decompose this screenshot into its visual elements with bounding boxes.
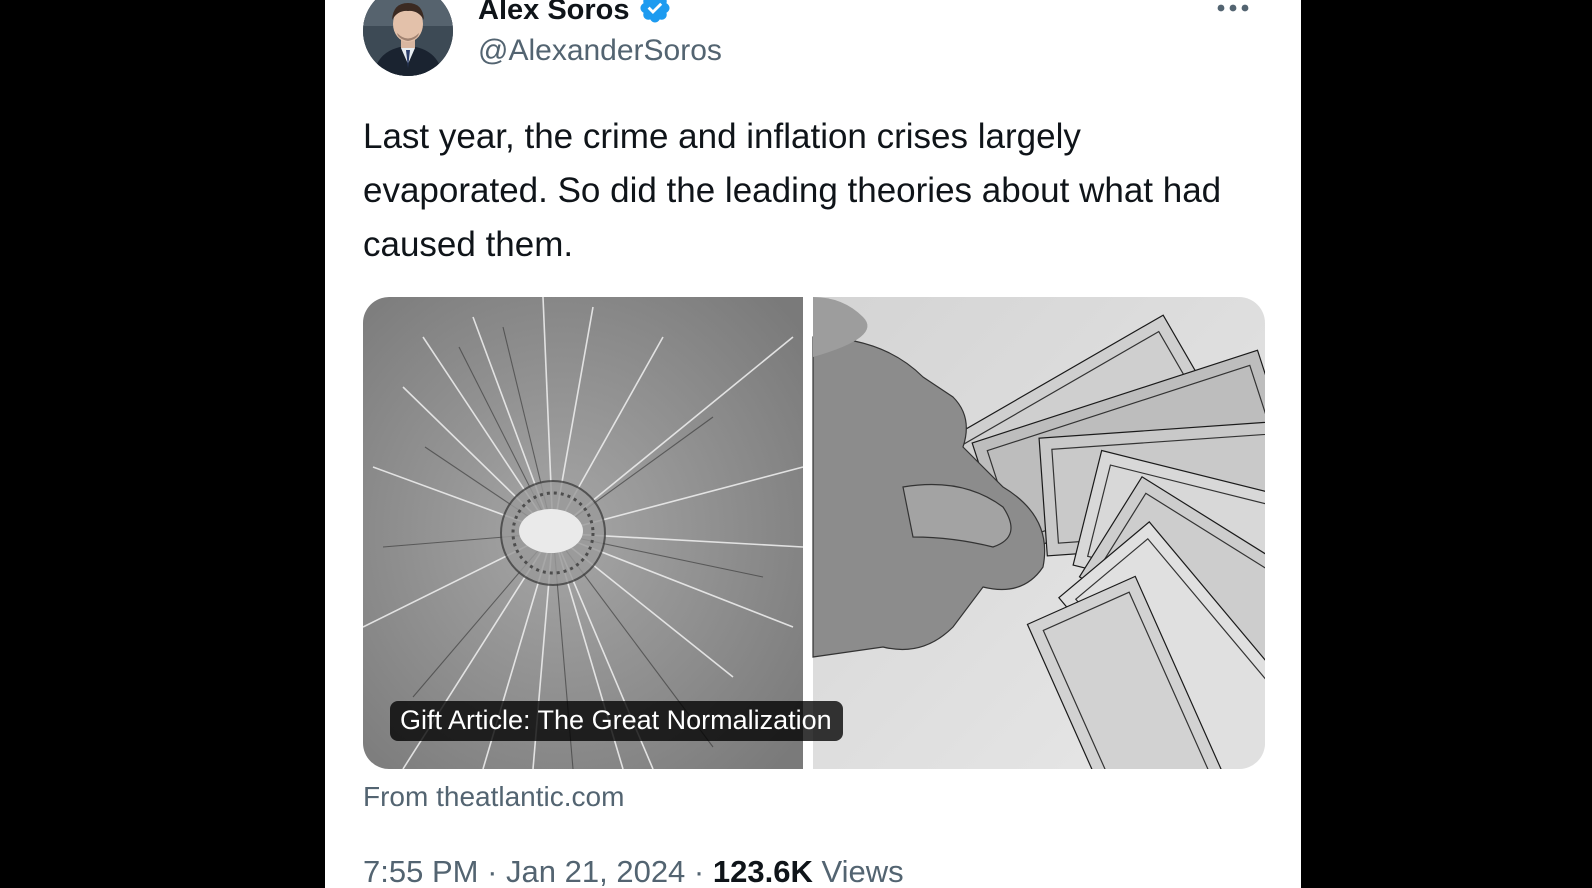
tweet-date[interactable]: Jan 21, 2024	[506, 854, 685, 888]
media-image	[363, 297, 1265, 769]
separator-dot: ·	[487, 854, 498, 888]
tweet-time[interactable]: 7:55 PM	[363, 854, 478, 888]
more-horizontal-icon[interactable]	[1213, 0, 1253, 22]
separator-dot: ·	[693, 854, 705, 888]
tweet-text: Last year, the crime and inflation crise…	[363, 117, 1222, 264]
tweet-media[interactable]: Gift Article: The Great Normalization	[363, 297, 1265, 769]
tweet-card: Alex Soros @AlexanderSoros Last year, th…	[325, 0, 1301, 888]
views-label: Views	[821, 854, 904, 888]
dollar-bills-image	[812, 297, 1265, 769]
article-title-label: Gift Article: The Great Normalization	[390, 701, 843, 741]
avatar[interactable]	[363, 0, 453, 76]
verified-badge-icon	[638, 0, 672, 30]
author-handle[interactable]: @AlexanderSoros	[478, 34, 722, 68]
author-name[interactable]: Alex Soros	[478, 0, 630, 27]
shattered-glass-image	[363, 297, 804, 769]
avatar-photo	[363, 0, 453, 76]
author-row: Alex Soros	[478, 0, 672, 30]
views-count: 123.6K	[712, 854, 813, 888]
link-source[interactable]: From theatlantic.com	[363, 781, 624, 813]
tweet-metadata: 7:55 PM · Jan 21, 2024 · 123.6K Views	[363, 854, 904, 888]
